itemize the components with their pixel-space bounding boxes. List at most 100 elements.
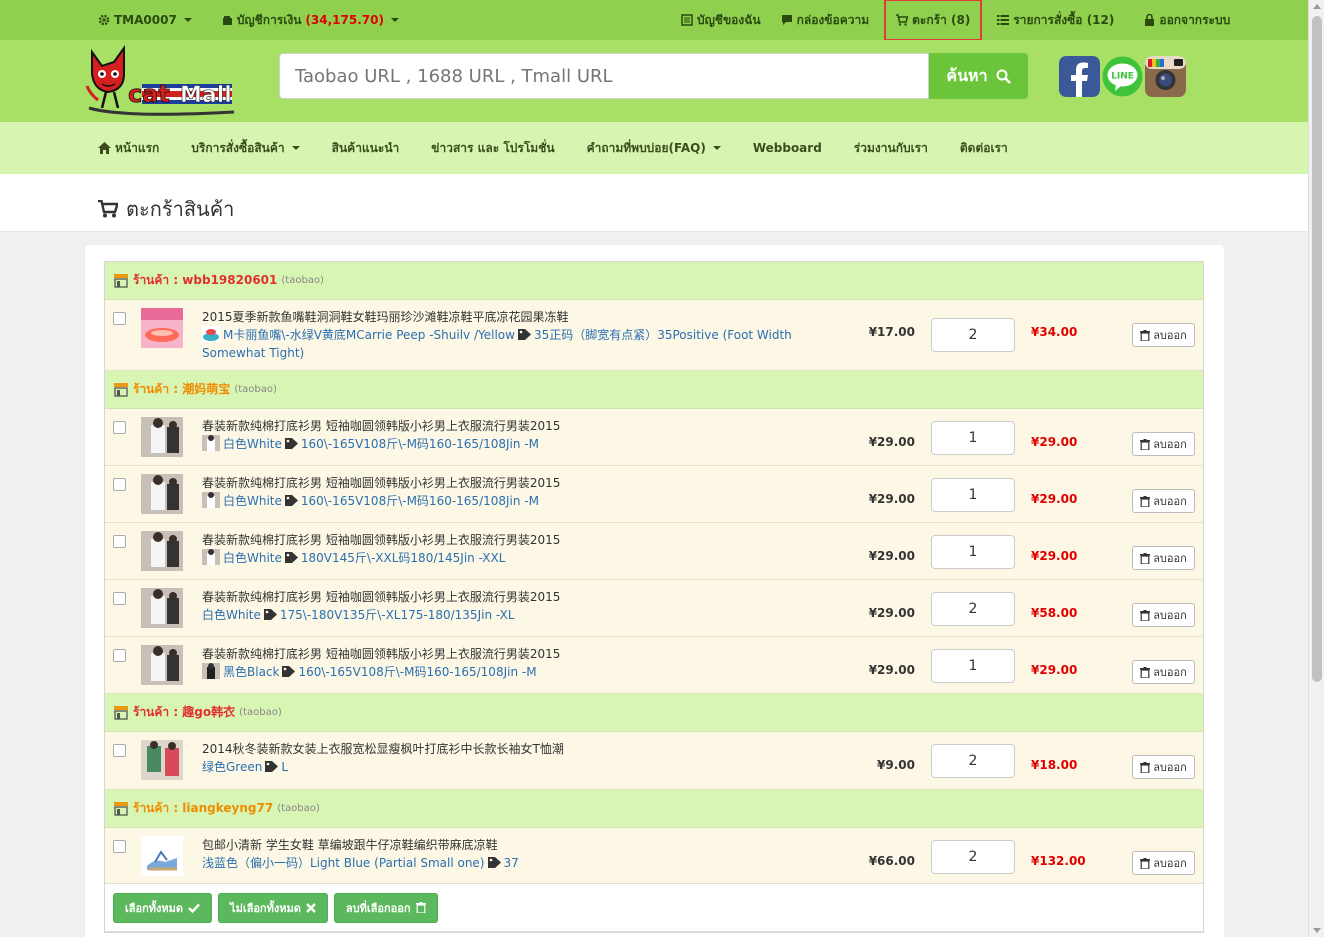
trash-icon [1140, 495, 1151, 507]
quantity-input[interactable]: 2 [931, 744, 1015, 778]
item-checkbox[interactable] [113, 649, 126, 662]
item-checkbox[interactable] [113, 840, 126, 853]
select-all-button[interactable]: เลือกทั้งหมด [113, 892, 213, 923]
cart-label: ตะกร้า (8) [912, 12, 971, 27]
instagram-icon[interactable] [1145, 56, 1186, 97]
delete-button[interactable]: ลบออก [1132, 851, 1195, 875]
nav-item-contact[interactable]: ติดต่อเรา [944, 139, 1024, 158]
quantity-input[interactable]: 1 [931, 478, 1015, 512]
product-thumbnail[interactable] [141, 474, 183, 514]
item-checkbox[interactable] [113, 535, 126, 548]
quantity-input[interactable]: 1 [931, 649, 1015, 683]
product-thumbnail[interactable] [141, 740, 183, 780]
nav-item-news[interactable]: ข่าวสาร และ โปรโมชั่น [415, 139, 570, 158]
color-swatch [202, 435, 220, 451]
svg-text:LINE: LINE [1111, 72, 1134, 82]
deselect-all-button[interactable]: ไม่เลือกทั้งหมด [218, 892, 328, 923]
delete-button[interactable]: ลบออก [1132, 755, 1195, 779]
product-thumbnail[interactable] [141, 417, 183, 457]
cart-item: 春装新款纯棉打底衫男 短袖咖圆领韩版小衫男上衣服流行男装2015 黑色Black… [105, 637, 1203, 694]
quantity-input[interactable]: 1 [931, 421, 1015, 455]
svg-text:Mall: Mall [180, 83, 232, 108]
quantity-input[interactable]: 1 [931, 535, 1015, 569]
nav-item-careers[interactable]: ร่วมงานกับเรา [838, 139, 944, 158]
logout-link[interactable]: ออกจากระบบ [1134, 0, 1240, 40]
user-menu[interactable]: TMA0007 [88, 0, 202, 40]
nav-item-faq[interactable]: คำถามที่พบบ่อย(FAQ) [571, 139, 737, 158]
lock-icon [1145, 14, 1155, 26]
item-checkbox[interactable] [113, 592, 126, 605]
delete-selected-button[interactable]: ลบที่เลือกออก [333, 892, 438, 923]
product-name[interactable]: 2014秋冬装新款女装上衣服宽松显瘦枫叶打底衫中长款长袖女T恤潮 [202, 740, 792, 758]
nav-item-order-service[interactable]: บริการสั่งซื้อสินค้า [175, 139, 315, 158]
nav-news-label: ข่าวสาร และ โปรโมชั่น [431, 140, 555, 155]
delete-label: ลบออก [1153, 438, 1187, 451]
product-info: 春装新款纯棉打底衫男 短袖咖圆领韩版小衫男上衣服流行男装2015 白色White… [202, 531, 792, 567]
color-swatch [202, 326, 220, 342]
product-thumbnail[interactable] [141, 645, 183, 685]
line-icon[interactable]: LINE [1102, 56, 1143, 97]
nav-item-recommended[interactable]: สินค้าแนะนำ [316, 139, 416, 158]
shop-name[interactable]: ร้านค้า : 潮妈萌宝 [133, 380, 230, 399]
page-title-text: ตะกร้าสินค้า [126, 197, 235, 221]
shop-name[interactable]: ร้านค้า : 趣go韩衣 [133, 703, 235, 722]
item-checkbox[interactable] [113, 744, 126, 757]
inbox-link[interactable]: กล่องข้อความ [771, 0, 880, 40]
cart-item: 春装新款纯棉打底衫男 短袖咖圆领韩版小衫男上衣服流行男装2015 白色White… [105, 466, 1203, 523]
product-thumbnail[interactable] [141, 531, 183, 571]
product-info: 春装新款纯棉打底衫男 短袖咖圆领韩版小衫男上衣服流行男装2015 白色White… [202, 417, 792, 453]
page-scrollbar[interactable] [1308, 0, 1324, 937]
chevron-down-icon [183, 18, 192, 22]
my-account-link[interactable]: บัญชีของฉัน [671, 0, 771, 40]
shop-name[interactable]: ร้านค้า : wbb19820601 [133, 271, 277, 290]
nav-webboard-label: Webboard [752, 141, 822, 155]
item-checkbox[interactable] [113, 478, 126, 491]
product-thumbnail[interactable] [141, 836, 183, 876]
product-name[interactable]: 春装新款纯棉打底衫男 短袖咖圆领韩版小衫男上衣服流行男装2015 [202, 588, 792, 606]
product-name[interactable]: 春装新款纯棉打底衫男 短袖咖圆领韩版小衫男上衣服流行男装2015 [202, 531, 792, 549]
shop-name[interactable]: ร้านค้า : liangkeyng77 [133, 799, 273, 818]
item-checkbox[interactable] [113, 421, 126, 434]
nav-contact-label: ติดต่อเรา [959, 140, 1008, 155]
scrollbar-thumb[interactable] [1312, 16, 1322, 682]
product-name[interactable]: 包邮小清新 学生女鞋 草编坡跟牛仔凉鞋编织带麻底凉鞋 [202, 836, 792, 854]
scroll-up-arrow[interactable] [1313, 4, 1321, 9]
delete-button[interactable]: ลบออก [1132, 489, 1195, 513]
delete-button[interactable]: ลบออก [1132, 432, 1195, 456]
product-color: 绿色Green [202, 760, 263, 774]
cart-link[interactable]: ตะกร้า (8) [884, 0, 983, 41]
quantity-input[interactable]: 2 [931, 592, 1015, 626]
orders-link[interactable]: รายการสั่งซื้อ (12) [987, 0, 1124, 40]
product-size: 160\-165V108斤\-M码160-165/108Jin -M [300, 494, 539, 508]
product-size: 37 [503, 856, 519, 870]
quantity-input[interactable]: 2 [931, 840, 1015, 874]
nav-item-home[interactable]: หน้าแรก [88, 139, 175, 158]
product-name[interactable]: 春装新款纯棉打底衫男 短袖咖圆领韩版小衫男上衣服流行男装2015 [202, 474, 792, 492]
delete-button[interactable]: ลบออก [1132, 323, 1195, 347]
product-name[interactable]: 2015夏季新款鱼嘴鞋洞洞鞋女鞋玛丽珍沙滩鞋凉鞋平底凉花园果冻鞋 [202, 308, 792, 326]
product-thumbnail[interactable] [141, 588, 183, 628]
shop-source: (taobao) [234, 384, 277, 395]
shop-header: ร้านค้า : 趣go韩衣 (taobao) [105, 694, 1203, 732]
delete-button[interactable]: ลบออก [1132, 546, 1195, 570]
product-name[interactable]: 春装新款纯棉打底衫男 短袖咖圆领韩版小衫男上衣服流行男装2015 [202, 645, 792, 663]
delete-button[interactable]: ลบออก [1132, 603, 1195, 627]
item-checkbox[interactable] [113, 312, 126, 325]
cart-item: 春装新款纯棉打底衫男 短袖咖圆领韩版小衫男上衣服流行男装2015 白色White… [105, 409, 1203, 466]
product-name[interactable]: 春装新款纯棉打底衫男 短袖咖圆领韩版小衫男上衣服流行男装2015 [202, 417, 792, 435]
catmall-logo[interactable]: cat Mall [84, 44, 246, 116]
search-input[interactable] [279, 53, 929, 99]
tag-icon [284, 495, 298, 506]
nav-item-webboard[interactable]: Webboard [737, 141, 838, 155]
line-total: ¥29.00 [1031, 663, 1078, 677]
product-size: 175\-180V135斤\-XL175-180/135Jin -XL [279, 608, 515, 622]
line-total: ¥29.00 [1031, 435, 1078, 449]
tag-icon [263, 609, 277, 620]
quantity-input[interactable]: 2 [931, 318, 1015, 352]
scroll-down-arrow[interactable] [1313, 928, 1321, 933]
delete-button[interactable]: ลบออก [1132, 660, 1195, 684]
account-menu[interactable]: บัญชีการเงิน (34,175.70) [212, 0, 409, 40]
facebook-icon[interactable] [1059, 56, 1100, 97]
search-button[interactable]: ค้นหา [929, 53, 1028, 99]
product-thumbnail[interactable] [141, 308, 183, 348]
